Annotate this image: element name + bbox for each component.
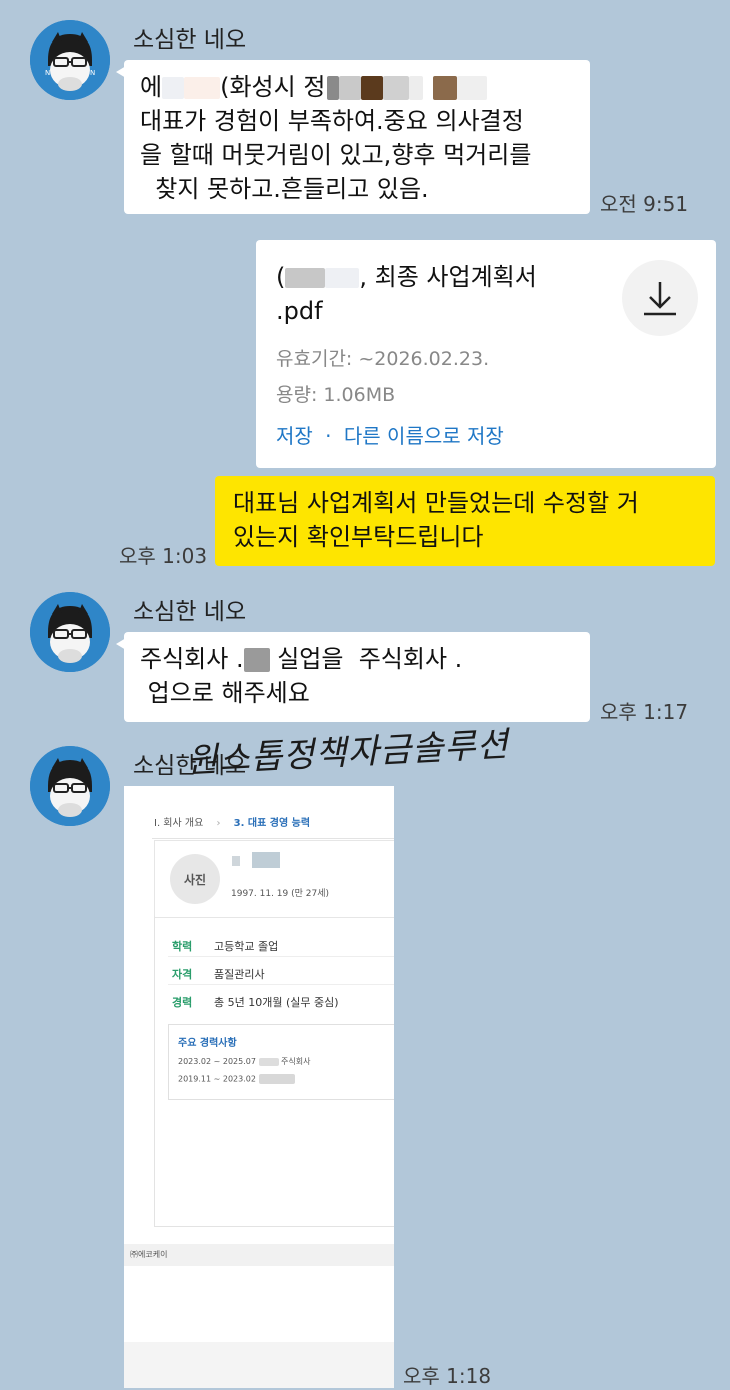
page-frame bbox=[154, 916, 394, 1227]
redacted-block bbox=[339, 76, 362, 100]
message-line: 있는지 확인부탁드립니다 bbox=[233, 523, 484, 551]
sender-name: 소심한 네오 bbox=[133, 599, 247, 625]
download-button[interactable] bbox=[622, 260, 698, 336]
redacted-block bbox=[184, 77, 221, 99]
file-expiry: 유효기간: ~2026.02.23. bbox=[276, 348, 490, 370]
neo-avatar-icon: N N bbox=[30, 20, 110, 100]
redacted-block bbox=[243, 648, 270, 672]
my-message-bubble[interactable]: 대표님 사업계획서 만들었는데 수정할 거 있는지 확인부탁드립니다 bbox=[215, 476, 715, 566]
redacted-block bbox=[383, 76, 410, 100]
message-line: 대표가 경험이 부족하여.중요 의사결정 bbox=[140, 107, 524, 135]
timestamp: 오후 1:03 bbox=[119, 544, 208, 568]
redacted-block bbox=[433, 76, 458, 100]
file-name: (, 최종 사업계획서 bbox=[276, 263, 537, 291]
avatar[interactable]: N N bbox=[30, 20, 110, 100]
neo-avatar-icon bbox=[30, 746, 110, 826]
file-card[interactable]: (, 최종 사업계획서 .pdf 유효기간: ~2026.02.23. 용량: … bbox=[256, 240, 716, 468]
save-as-link[interactable]: 다른 이름으로 저장 bbox=[344, 424, 504, 448]
file-size: 용량: 1.06MB bbox=[276, 384, 396, 406]
avatar[interactable] bbox=[30, 592, 110, 672]
redacted-block bbox=[457, 76, 488, 100]
avatar[interactable] bbox=[30, 746, 110, 826]
message-line: 대표님 사업계획서 만들었는데 수정할 거 bbox=[233, 489, 639, 517]
timestamp: 오전 9:51 bbox=[600, 192, 689, 216]
redacted-block bbox=[232, 856, 240, 866]
date-of-birth: 1997. 11. 19 (만 27세) bbox=[231, 889, 330, 899]
photo-placeholder: 사진 bbox=[170, 854, 220, 904]
timestamp: 오후 1:18 bbox=[403, 1364, 492, 1388]
message-line: 찾지 못하고.흔들리고 있음. bbox=[140, 175, 429, 203]
separator: · bbox=[325, 424, 332, 448]
redacted-block bbox=[162, 77, 185, 99]
redacted-block bbox=[285, 268, 326, 288]
message-line: 주식회사 . 실업을 주식회사 . bbox=[140, 645, 463, 673]
svg-text:N: N bbox=[45, 69, 50, 77]
sender-name: 소심한 네오 bbox=[133, 27, 247, 53]
save-link[interactable]: 저장 bbox=[276, 424, 313, 448]
page-bottom bbox=[124, 1342, 394, 1388]
watermark-text: 원스톱정책자금솔루션 bbox=[185, 724, 510, 782]
message-line: 업으로 해주세요 bbox=[140, 679, 310, 707]
neo-avatar-icon bbox=[30, 592, 110, 672]
redacted-block bbox=[327, 76, 340, 100]
message-bubble[interactable]: 주식회사 . 실업을 주식회사 . 업으로 해주세요 bbox=[116, 632, 590, 722]
divider bbox=[152, 838, 394, 839]
message-bubble[interactable]: 에 (화성시 정 대표가 경험이 부족하여.중요 의사결정 을 할때 머뭇거림이 … bbox=[116, 60, 590, 214]
timestamp: 오후 1:17 bbox=[600, 700, 689, 724]
redacted-block bbox=[325, 268, 360, 288]
file-extension: .pdf bbox=[276, 297, 323, 325]
redacted-block bbox=[409, 76, 424, 100]
redacted-block bbox=[252, 852, 280, 868]
image-attachment[interactable]: I. 회사 개요 › 3. 대표 경영 능력 사진 1997. 11. 19 (… bbox=[124, 786, 394, 1388]
file-actions: 저장 · 다른 이름으로 저장 bbox=[276, 420, 504, 449]
redacted-block bbox=[361, 76, 384, 100]
breadcrumb: I. 회사 개요 › 3. 대표 경영 능력 bbox=[154, 818, 311, 829]
svg-text:N: N bbox=[90, 69, 95, 77]
footer-company: ㈜에코케이 bbox=[130, 1250, 168, 1259]
message-line: 을 할때 머뭇거림이 있고,향후 먹거리를 bbox=[140, 141, 532, 169]
message-line: 에 (화성시 정 bbox=[140, 70, 590, 104]
download-icon bbox=[644, 282, 676, 316]
